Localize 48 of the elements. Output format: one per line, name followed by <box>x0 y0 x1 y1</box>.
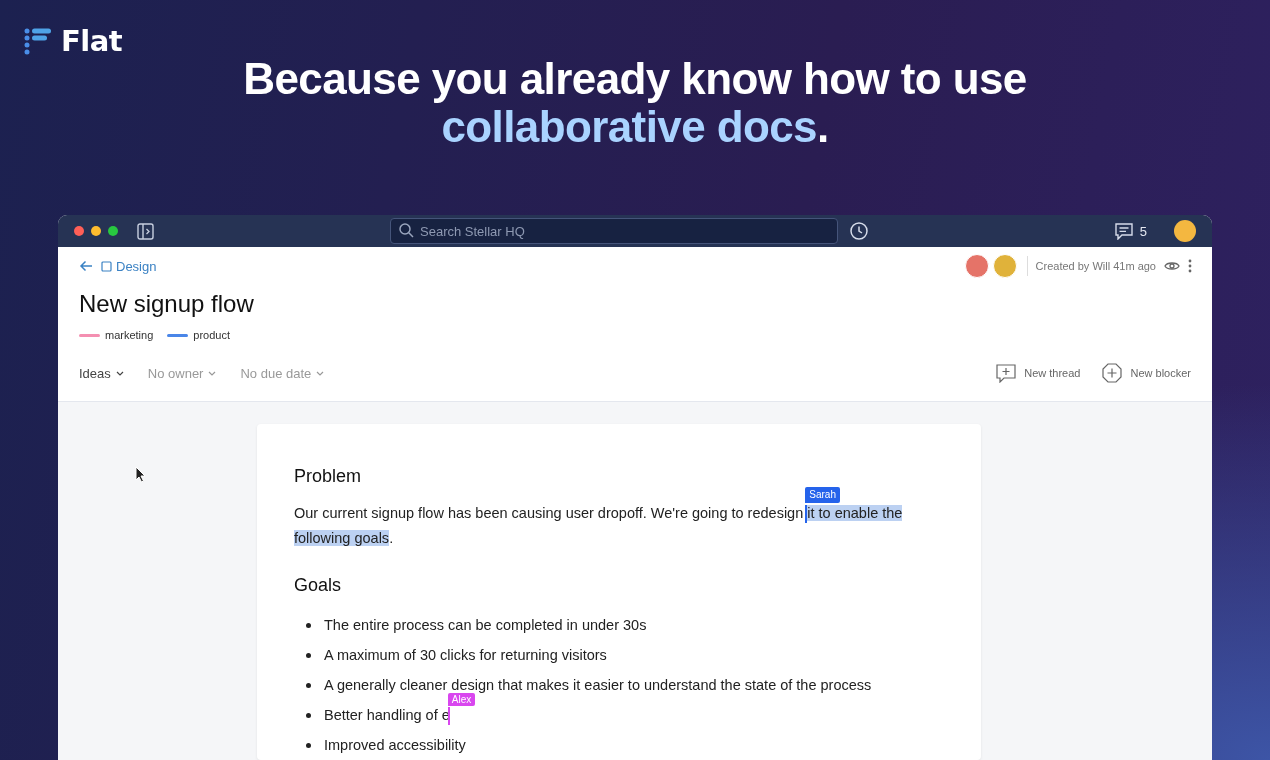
comment-count: 5 <box>1139 223 1147 239</box>
eye-icon[interactable] <box>1164 260 1180 272</box>
bullet-icon <box>306 652 311 658</box>
tag-label[interactable]: product <box>193 329 230 341</box>
bullet-icon <box>306 682 311 688</box>
list-item-text: Improved accessibility <box>324 737 466 753</box>
minimize-button[interactable] <box>91 226 101 236</box>
bullet-icon <box>306 712 311 718</box>
brand-name: Flat <box>61 24 123 58</box>
collaborator-name-label: Alex <box>447 693 476 706</box>
chevron-down-icon <box>208 370 217 376</box>
bullet-icon <box>306 742 311 748</box>
paragraph-text: Our current signup flow has been causing user dropoff. We're going to redesign <box>294 505 805 521</box>
avatar <box>992 254 1017 278</box>
avatar <box>964 254 989 278</box>
folder-icon <box>101 260 112 272</box>
list-item-text: A maximum of 30 clicks for returning visitors <box>324 647 607 663</box>
document-title: New signup flow <box>79 290 255 318</box>
search-field[interactable]: Search Stellar HQ <box>390 218 838 244</box>
more-options-icon[interactable] <box>1188 259 1192 273</box>
close-button[interactable] <box>74 226 84 236</box>
section-heading: Goals <box>294 575 343 596</box>
headline: Because you already know how to use collaborative docs. <box>243 55 1027 151</box>
comment-icon[interactable] <box>1114 222 1133 240</box>
octagon-plus-icon <box>1102 363 1123 383</box>
tag-label[interactable]: marketing <box>105 329 154 341</box>
collaborator-name-label: Sarah <box>805 487 840 503</box>
user-avatar[interactable] <box>1174 220 1196 242</box>
back-arrow-icon[interactable] <box>79 260 93 272</box>
logo-icon <box>24 27 52 55</box>
bullet-icon <box>306 622 311 628</box>
created-by-text: Created by Will 41m ago <box>1035 260 1156 272</box>
filter-dropdown[interactable]: Ideas <box>79 365 124 381</box>
selected-text: it to enable the <box>807 505 903 521</box>
maximize-button[interactable] <box>108 226 118 236</box>
history-icon[interactable] <box>850 222 868 240</box>
list-item-text: A generally cleaner design that makes it easier to understand the state of the process <box>324 677 872 693</box>
chevron-down-icon <box>115 370 124 376</box>
chevron-down-icon <box>316 370 325 376</box>
paragraph-text: . <box>389 530 394 546</box>
list-item-text: The entire process can be completed in under 30s <box>324 617 647 633</box>
new-thread-button[interactable]: New thread <box>996 363 1081 383</box>
breadcrumb-link[interactable]: Design <box>101 258 157 274</box>
section-heading: Problem <box>294 466 363 487</box>
sidebar-toggle-icon[interactable] <box>137 222 154 240</box>
new-blocker-button[interactable]: New blocker <box>1102 363 1191 383</box>
mouse-pointer-icon <box>135 466 146 483</box>
comment-plus-icon <box>996 363 1017 383</box>
